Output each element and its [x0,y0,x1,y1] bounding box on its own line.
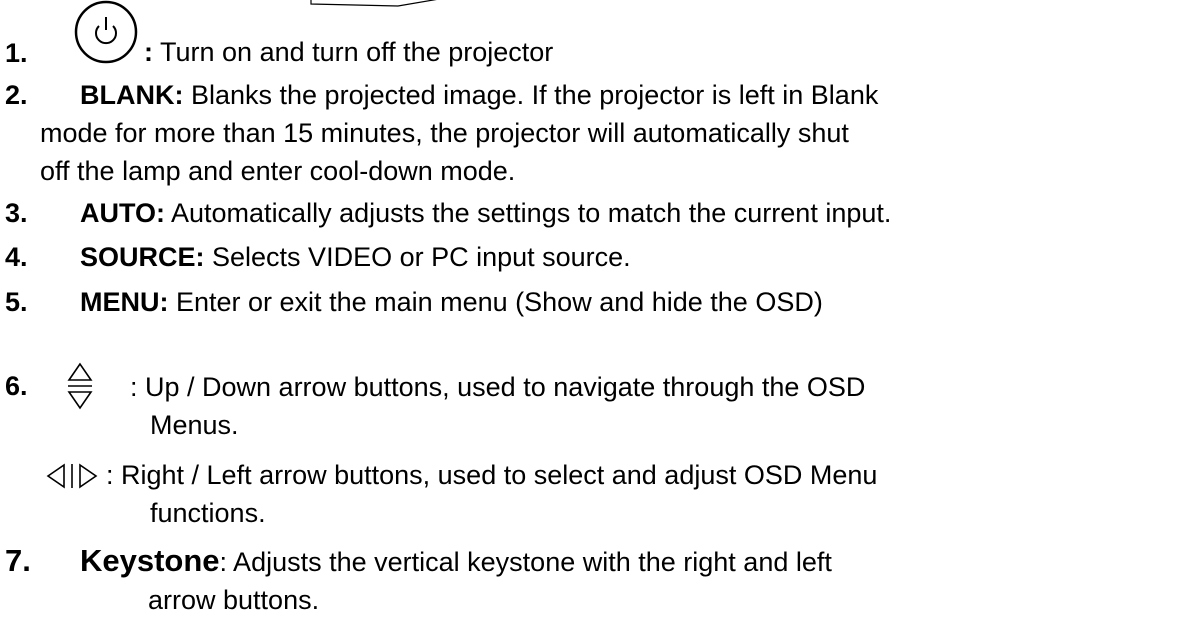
item-2-line-3: off the lamp and enter cool-down mode. [40,156,516,186]
item-6b-line-2: functions. [150,498,266,528]
item-2-line-1: BLANK: Blanks the projected image. If th… [80,82,878,109]
item-3-term: AUTO: [80,198,165,228]
item-7-number: 7. [5,543,31,578]
item-4-desc: Selects VIDEO or PC input source. [204,242,631,272]
item-5-number: 5. [5,287,28,317]
item-6-line-1: : Up / Down arrow buttons, used to navig… [130,372,866,402]
item-2-line-2: mode for more than 15 minutes, the proje… [40,118,849,148]
item-3-line: AUTO: Automatically adjusts the settings… [80,200,891,227]
item-1-desc: Turn on and turn off the projector [153,37,554,67]
item-7-line-2: arrow buttons. [148,585,320,615]
item-1-term: : [144,37,153,67]
item-6-line-2: Menus. [150,410,239,440]
callout-line [310,0,437,7]
item-7-desc-1: : Adjusts the vertical keystone with the… [219,547,832,577]
item-5-term: MENU: [80,287,169,317]
item-5-line: MENU: Enter or exit the main menu (Show … [80,289,823,316]
item-4-number: 4. [5,242,28,272]
item-5-desc: Enter or exit the main menu (Show and hi… [168,287,823,317]
item-7-line-1: Keystone: Adjusts the vertical keystone … [80,545,832,576]
item-4-term: SOURCE: [80,242,205,272]
item-3-desc: Automatically adjusts the settings to ma… [165,198,892,228]
item-4-line: SOURCE: Selects VIDEO or PC input source… [80,244,631,271]
left-right-arrow-icon [46,463,98,489]
item-2-desc-1: Blanks the projected image. If the proje… [183,80,879,110]
power-icon [74,0,138,64]
item-1-number: 1. [5,38,28,68]
item-2-number: 2. [5,80,28,110]
item-6b-line-1: : Right / Left arrow buttons, used to se… [106,460,878,490]
item-6-number: 6. [5,371,28,401]
item-3-number: 3. [5,198,28,228]
item-2-term: BLANK: [80,80,184,110]
item-1-line: : Turn on and turn off the projector [144,39,553,66]
item-7-term: Keystone [80,543,220,578]
up-down-arrow-icon [67,362,93,410]
